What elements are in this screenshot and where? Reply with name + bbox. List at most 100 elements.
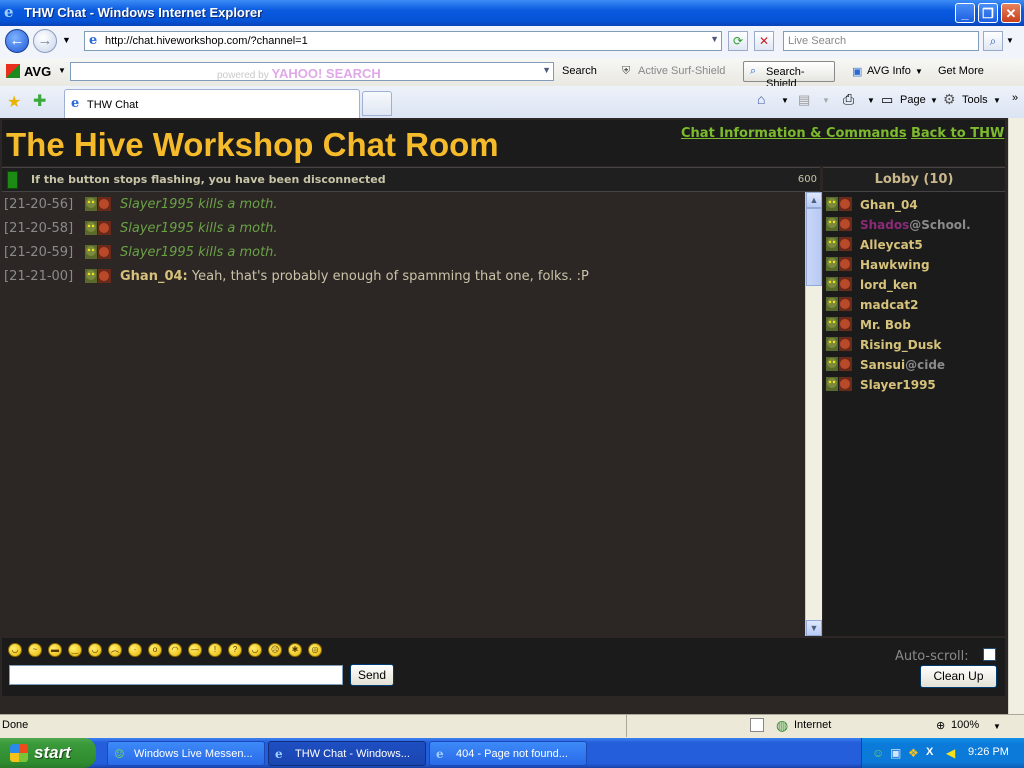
emoticon-icon[interactable]: ✱ — [288, 643, 302, 657]
start-button[interactable]: start — [0, 738, 96, 768]
forward-button[interactable]: → — [33, 29, 57, 53]
scroll-up-icon[interactable]: ▲ — [806, 192, 822, 208]
stop-icon[interactable]: ✕ — [754, 31, 774, 51]
lobby-user-name[interactable]: lord_ken — [860, 278, 917, 292]
minimize-button[interactable]: _ — [955, 3, 975, 23]
lobby-user-name[interactable]: Mr. Bob — [860, 318, 911, 332]
address-field[interactable]: e http://chat.hiveworkshop.com/?channel=… — [84, 31, 722, 51]
speaker-tray-icon[interactable]: ◀ — [946, 746, 955, 760]
emoticon-icon[interactable]: ☹ — [268, 643, 282, 657]
home-dropdown-icon[interactable]: ▼ — [781, 96, 789, 105]
refresh-icon[interactable]: ⟳ — [728, 31, 748, 51]
emoticon-icon[interactable]: ? — [228, 643, 242, 657]
user-avatar-icon — [84, 243, 112, 261]
get-more-button[interactable]: Get More — [938, 65, 984, 77]
restore-button[interactable]: ❐ — [978, 3, 998, 23]
window-title-bar[interactable]: e THW Chat - Windows Internet Explorer _… — [0, 0, 1024, 26]
popup-blocker-icon[interactable] — [750, 718, 764, 732]
search-shield-button[interactable]: ⌕ Search-Shield — [743, 61, 835, 90]
favorites-star-icon[interactable]: ★ — [7, 92, 21, 112]
emoticon-icon[interactable]: — — [188, 643, 202, 657]
user-avatar-icon — [84, 219, 112, 237]
print-icon[interactable]: ⎙ — [843, 91, 854, 108]
browser-scrollbar[interactable] — [1008, 118, 1024, 714]
avg-toolbar: AVG ▼ powered by YAHOO! SEARCH ▼ Search … — [0, 58, 1024, 90]
user-name: lord_ken — [860, 278, 918, 292]
emoticon-icon[interactable]: ‿ — [68, 643, 82, 657]
search-history-dropdown-icon[interactable]: ▼ — [542, 65, 551, 75]
user-avatar-icon — [825, 335, 855, 354]
windows-tray-icon[interactable]: ❖ — [908, 746, 919, 760]
send-button[interactable]: Send — [350, 664, 394, 686]
emoticon-icon[interactable]: o — [148, 643, 162, 657]
message-body: Ghan_04: Yeah, that's probably enough of… — [120, 269, 589, 284]
emoticon-icon[interactable]: ◠ — [168, 643, 182, 657]
zoom-dropdown-icon[interactable]: ▼ — [993, 722, 1001, 731]
emoticon-icon[interactable]: ◎ — [308, 643, 322, 657]
scroll-thumb[interactable] — [806, 208, 822, 286]
page-menu[interactable]: Page — [900, 94, 926, 106]
search-options-icon[interactable]: ▼ — [1006, 36, 1014, 45]
emoticon-icon[interactable]: ~ — [28, 643, 42, 657]
messenger-tray-icon[interactable]: ☺ — [872, 746, 884, 760]
shield-icon: ⛨ — [622, 65, 631, 77]
avg-info-button[interactable]: AVG Info — [867, 65, 911, 77]
message-timestamp: [21-20-58] — [4, 221, 74, 236]
chat-scrollbar[interactable]: ▲ ▼ — [805, 192, 822, 636]
address-toolbar: ← → ▼ e http://chat.hiveworkshop.com/?ch… — [0, 26, 1024, 59]
autoscroll-checkbox[interactable] — [983, 648, 996, 661]
taskbar-item-messenger[interactable]: ☺ Windows Live Messen... — [107, 741, 265, 766]
emoticon-icon[interactable]: ◡ — [248, 643, 262, 657]
active-surf-shield-button[interactable]: Active Surf-Shield — [638, 65, 725, 77]
recent-pages-dropdown-icon[interactable]: ▼ — [62, 35, 71, 45]
search-icon[interactable]: ⌕ — [983, 31, 1003, 51]
lobby-user-name[interactable]: Ghan_04 — [860, 198, 918, 212]
emoticon-icon[interactable]: ︵ — [108, 643, 122, 657]
tools-dropdown-icon[interactable]: ▼ — [993, 96, 1001, 105]
page-dropdown-icon[interactable]: ▼ — [930, 96, 938, 105]
lobby-user-name[interactable]: Hawkwing — [860, 258, 930, 272]
scroll-down-icon[interactable]: ▼ — [806, 620, 822, 636]
emoticon-icon[interactable]: ▬ — [48, 643, 62, 657]
live-search-input[interactable]: Live Search — [783, 31, 979, 51]
lobby-user-name[interactable]: madcat2 — [860, 298, 919, 312]
chat-info-link[interactable]: Chat Information & Commands — [681, 126, 907, 141]
feeds-icon[interactable]: ▤ — [798, 92, 810, 108]
chevron-right-icon[interactable]: » — [1012, 92, 1018, 104]
lobby-user-name[interactable]: Sansui@cide — [860, 358, 945, 372]
user-name: Hawkwing — [860, 258, 930, 272]
back-button[interactable]: ← — [5, 29, 29, 53]
lobby-user-name[interactable]: Alleycat5 — [860, 238, 923, 252]
lobby-user-name[interactable]: Rising_Dusk — [860, 338, 941, 352]
zoom-level[interactable]: 100% — [951, 719, 979, 731]
address-dropdown-icon[interactable]: ▼ — [710, 34, 719, 44]
xfire-tray-icon[interactable]: X — [926, 746, 933, 758]
lobby-user-name[interactable]: Slayer1995 — [860, 378, 936, 392]
lobby-user-name[interactable]: Shados@School. — [860, 218, 971, 232]
yahoo-search-input[interactable]: powered by YAHOO! SEARCH ▼ — [70, 62, 554, 81]
tools-menu[interactable]: Tools — [962, 94, 988, 106]
avg-brand[interactable]: AVG — [24, 64, 51, 79]
print-dropdown-icon[interactable]: ▼ — [867, 96, 875, 105]
message-nick[interactable]: Ghan_04: — [120, 269, 188, 284]
emoticon-icon[interactable]: ! — [208, 643, 222, 657]
home-icon[interactable]: ⌂ — [757, 91, 765, 107]
emoticon-icon[interactable]: ◡ — [88, 643, 102, 657]
avg-search-button[interactable]: Search — [562, 65, 597, 77]
taskbar-item-404[interactable]: e 404 - Page not found... — [429, 741, 587, 766]
new-tab-button[interactable] — [362, 91, 392, 116]
tab-thw-chat[interactable]: e THW Chat — [64, 89, 360, 118]
feeds-dropdown-icon[interactable]: ▼ — [822, 96, 830, 105]
message-input[interactable] — [9, 665, 343, 685]
taskbar-item-thw-chat[interactable]: e THW Chat - Windows... — [268, 741, 426, 766]
add-favorite-icon[interactable]: ✚ — [33, 91, 46, 111]
avg-info-dropdown-icon[interactable]: ▼ — [915, 67, 923, 76]
network-tray-icon[interactable]: ▣ — [890, 746, 901, 760]
emoticon-icon[interactable]: ◡ — [8, 643, 22, 657]
clean-up-button[interactable]: Clean Up — [920, 665, 997, 688]
close-button[interactable]: ✕ — [1001, 3, 1021, 23]
emoticon-icon[interactable]: · — [128, 643, 142, 657]
avg-dropdown-icon[interactable]: ▼ — [58, 66, 66, 75]
connection-status-text: If the button stops flashing, you have b… — [31, 173, 386, 186]
back-to-thw-link[interactable]: Back to THW — [911, 126, 1004, 141]
